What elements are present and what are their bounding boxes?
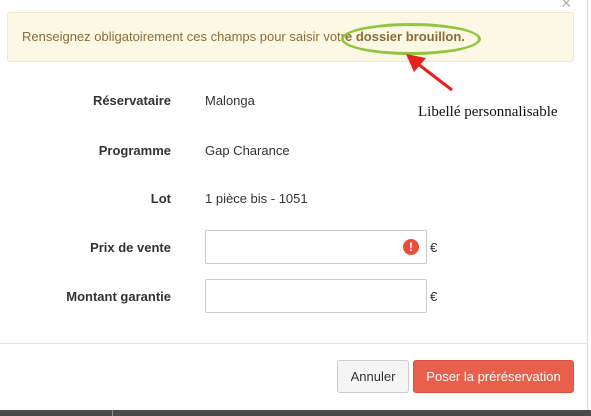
page-backdrop: [0, 410, 591, 416]
montant-garantie-label: Montant garantie: [66, 289, 171, 304]
backdrop-divider: [112, 410, 113, 416]
lot-value: 1 pièce bis - 1051: [205, 191, 308, 206]
red-arrow-icon: [406, 54, 453, 92]
close-icon[interactable]: ×: [561, 0, 572, 12]
highlight-ellipse: [341, 23, 481, 55]
programme-label: Programme: [98, 143, 171, 158]
programme-value: Gap Charance: [205, 143, 290, 158]
submit-prereservation-button[interactable]: Poser la préréservation: [413, 360, 574, 393]
montant-garantie-input[interactable]: [205, 279, 427, 313]
reservataire-label: Réservataire: [92, 93, 171, 108]
required-fields-alert: Renseignez obligatoirement ces champs po…: [7, 12, 574, 62]
prix-de-vente-input[interactable]: !: [205, 230, 427, 264]
exclamation-circle-icon: !: [403, 239, 419, 255]
cancel-button[interactable]: Annuler: [337, 360, 409, 393]
reservataire-value: Malonga: [205, 93, 255, 108]
montant-garantie-currency: €: [430, 289, 438, 304]
alert-text: Renseignez obligatoirement ces champs po…: [22, 29, 345, 44]
prix-de-vente-label: Prix de vente: [90, 240, 171, 255]
annotation-label: Libellé personnalisable: [418, 104, 558, 120]
lot-label: Lot: [150, 191, 171, 206]
reservation-modal: × Renseignez obligatoirement ces champs …: [0, 0, 588, 410]
footer-divider: [0, 343, 588, 344]
prix-de-vente-currency: €: [430, 240, 438, 255]
